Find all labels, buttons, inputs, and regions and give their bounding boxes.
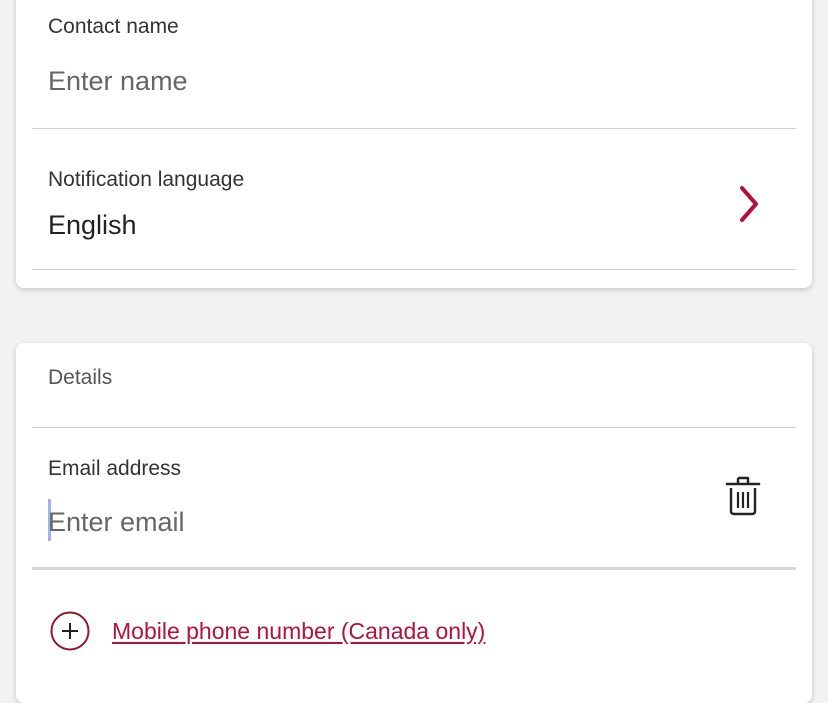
trash-icon[interactable] bbox=[724, 473, 762, 517]
divider bbox=[32, 269, 796, 270]
add-mobile-phone-button[interactable]: Mobile phone number (Canada only) bbox=[50, 611, 485, 651]
details-section-title: Details bbox=[48, 366, 113, 389]
contact-name-label: Contact name bbox=[48, 15, 179, 38]
divider bbox=[32, 128, 796, 129]
email-input[interactable]: Enter email bbox=[48, 507, 185, 538]
notification-language-value: English bbox=[48, 210, 137, 240]
divider bbox=[32, 567, 796, 570]
details-card: Details Email address Enter email Mobile… bbox=[16, 343, 812, 703]
email-address-label: Email address bbox=[48, 457, 182, 480]
notification-language-label: Notification language bbox=[48, 168, 245, 191]
contact-card: Contact name Enter name Notification lan… bbox=[16, 0, 812, 288]
add-mobile-phone-link[interactable]: Mobile phone number (Canada only) bbox=[112, 618, 485, 645]
divider bbox=[32, 427, 796, 428]
contact-name-input[interactable]: Enter name bbox=[48, 66, 188, 97]
plus-circle-icon bbox=[50, 611, 90, 651]
chevron-right-icon[interactable] bbox=[734, 184, 764, 224]
